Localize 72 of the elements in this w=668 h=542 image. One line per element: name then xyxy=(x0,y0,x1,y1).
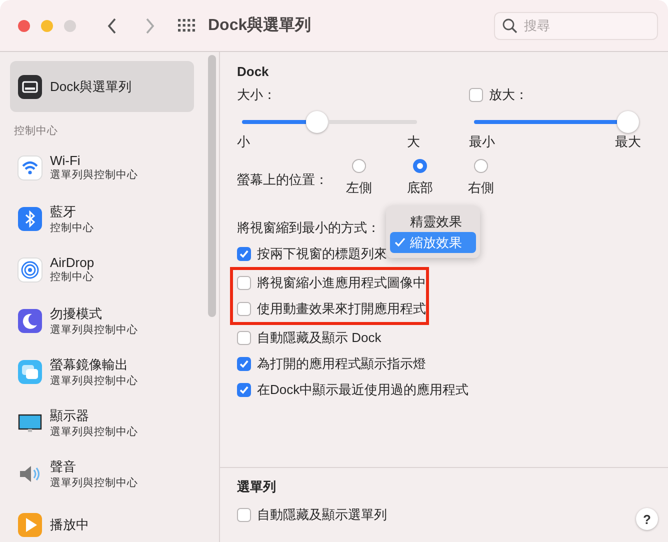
airdrop-icon xyxy=(17,256,43,282)
section-heading: Dock xyxy=(237,64,270,79)
slider-min-label: 最小 xyxy=(469,133,495,151)
checkbox[interactable] xyxy=(237,383,251,397)
sidebar-item-subtitle: 控制中心 xyxy=(50,220,94,234)
checkbox-label: 使用動畫效果來打開應用程式 xyxy=(257,300,426,318)
back-icon[interactable] xyxy=(106,16,118,34)
checkbox[interactable] xyxy=(237,302,251,316)
radio-button[interactable] xyxy=(352,159,366,173)
sidebar-item-subtitle: 選單列與控制中心 xyxy=(50,322,138,336)
checkbox-label: 在Dock中顯示最近使用過的應用程式 xyxy=(257,381,469,399)
radio-label: 左側 xyxy=(346,179,372,197)
sidebar-item-label[interactable]: 藍牙 xyxy=(50,202,94,220)
sidebar-item-subtitle: 選單列與控制中心 xyxy=(50,424,138,438)
sidebar-item-label[interactable]: AirDrop xyxy=(50,255,94,270)
sidebar-item-subtitle: 選單列與控制中心 xyxy=(50,168,138,182)
slider-thumb[interactable] xyxy=(617,111,639,133)
checkbox[interactable] xyxy=(237,357,251,371)
grid-icon[interactable] xyxy=(178,18,196,32)
checkbox-label: 自動隱藏及顯示 Dock xyxy=(257,329,382,347)
checkbox[interactable] xyxy=(237,247,251,261)
checkbox-label: 按兩下視窗的標題列來 xyxy=(257,245,387,263)
radio-button[interactable] xyxy=(413,159,427,173)
checkbox[interactable] xyxy=(237,331,251,345)
checkbox-label: 為打開的應用程式顯示指示燈 xyxy=(257,355,426,373)
sidebar-item-subtitle: 選單列與控制中心 xyxy=(50,374,138,388)
minimize-button[interactable] xyxy=(41,20,53,32)
radio-group-label: 螢幕上的位置： xyxy=(237,171,328,189)
sidebar-item-label: Dock與選單列 xyxy=(50,78,132,96)
slider-max-label: 最大 xyxy=(615,133,641,151)
help-button[interactable]: ? xyxy=(636,508,658,530)
wifi-icon xyxy=(17,154,43,180)
play-icon xyxy=(17,512,43,538)
forward-icon[interactable] xyxy=(144,16,156,34)
search-icon xyxy=(502,18,518,34)
slider-thumb[interactable] xyxy=(306,111,328,133)
bluetooth-icon xyxy=(17,206,43,232)
slider-label: 大小： xyxy=(237,86,277,104)
window-title: Dock與選單列 xyxy=(208,16,312,36)
slider-fill xyxy=(242,120,306,124)
menu-item[interactable]: 精靈效果 xyxy=(390,211,476,232)
radio-button[interactable] xyxy=(474,159,488,173)
sidebar-item-label[interactable]: 螢幕鏡像輸出 xyxy=(50,356,138,374)
sidebar-item-label[interactable]: 勿擾模式 xyxy=(50,304,138,322)
dock-icon xyxy=(17,74,43,100)
sidebar-item-label[interactable]: 聲音 xyxy=(50,458,138,476)
screens-icon xyxy=(17,358,43,384)
checkbox[interactable] xyxy=(237,508,251,522)
slider-max-label: 大 xyxy=(407,133,420,151)
slider-min-label: 小 xyxy=(237,133,250,151)
checkbox-label: 自動隱藏及顯示選單列 xyxy=(257,506,387,524)
popup-label: 將視窗縮到最小的方式： xyxy=(237,219,380,237)
checkbox[interactable] xyxy=(237,276,251,290)
checkbox-label: 將視窗縮小進應用程式圖像中 xyxy=(257,274,426,292)
zoom-button[interactable] xyxy=(64,20,76,32)
search-field[interactable]: 搜尋 xyxy=(494,12,658,40)
sidebar-item-subtitle: 選單列與控制中心 xyxy=(50,476,138,490)
radio-label: 底部 xyxy=(407,179,433,197)
checkbox-label: 放大： xyxy=(489,86,528,104)
sidebar-item-label[interactable]: Wi-Fi xyxy=(50,153,138,168)
sidebar-item-label[interactable]: 顯示器 xyxy=(50,406,138,424)
radio-label: 右側 xyxy=(468,179,494,197)
section-heading: 控制中心 xyxy=(14,124,59,138)
moon-icon xyxy=(17,308,43,334)
sidebar-item[interactable]: Dock與選單列 xyxy=(10,61,194,112)
sidebar-item-label[interactable]: 播放中 xyxy=(50,516,89,534)
checkbox[interactable] xyxy=(469,88,483,102)
scrollbar-thumb[interactable] xyxy=(208,55,216,317)
section-heading: 選單列 xyxy=(237,478,277,496)
close-button[interactable] xyxy=(18,20,30,32)
checkmark-icon xyxy=(394,236,406,248)
sidebar-item-subtitle: 控制中心 xyxy=(50,270,94,284)
